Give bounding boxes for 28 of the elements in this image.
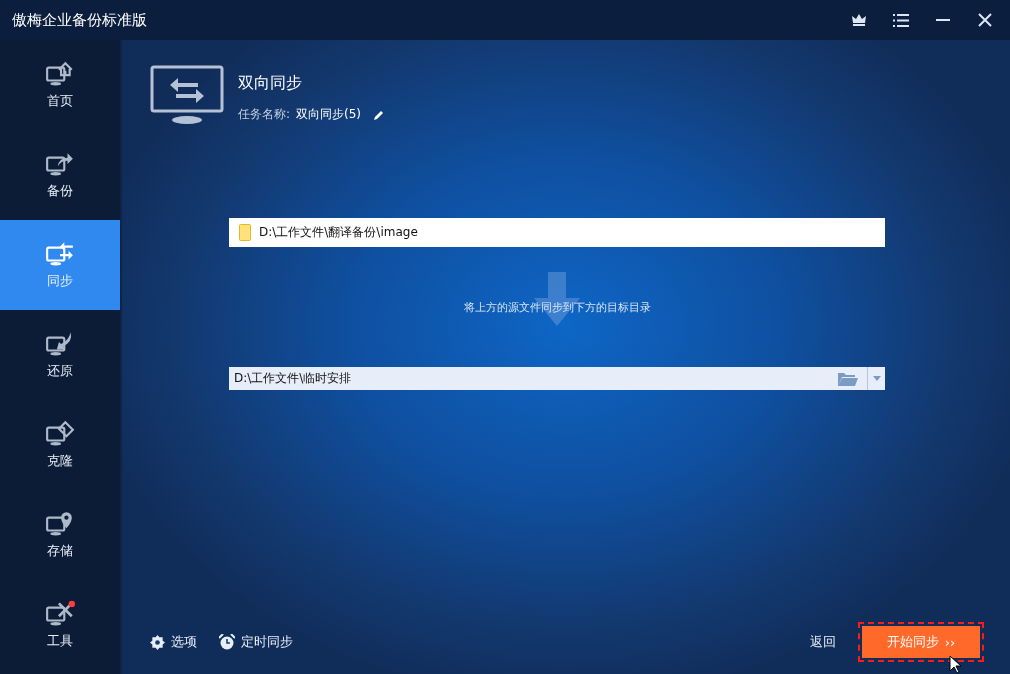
cursor-icon <box>949 655 962 674</box>
sync-monitor-icon <box>150 65 224 125</box>
destination-path: D:\工作文件\临时安排 <box>234 370 353 387</box>
schedule-button[interactable]: 定时同步 <box>219 633 293 651</box>
home-icon <box>45 60 75 86</box>
pencil-icon[interactable] <box>373 108 386 121</box>
sidebar-item[interactable]: 首页 <box>0 40 120 130</box>
tools-icon <box>45 600 75 626</box>
storage-icon <box>45 510 75 536</box>
sidebar-item[interactable]: 工具 <box>0 580 120 670</box>
settings-icon <box>150 634 165 650</box>
clone-icon <box>45 420 75 446</box>
window-title: 傲梅企业备份标准版 <box>12 10 148 30</box>
sidebar-item[interactable]: 克隆 <box>0 400 120 490</box>
hint-text: 将上方的源文件同步到下方的目标目录 <box>463 299 651 315</box>
alarm-clock-icon <box>219 634 235 650</box>
sidebar-item[interactable]: 备份 <box>0 130 120 220</box>
back-button[interactable]: 返回 <box>810 633 836 651</box>
sidebar-item[interactable]: 存储 <box>0 490 120 580</box>
sidebar-item[interactable]: 还原 <box>0 310 120 400</box>
options-button[interactable]: 选项 <box>150 633 197 651</box>
sync-icon <box>45 240 75 266</box>
folder-icon <box>239 224 251 241</box>
task-name-label: 任务名称: <box>238 106 291 123</box>
task-title: 双向同步 <box>238 73 303 94</box>
task-name: 双向同步(5) <box>296 106 362 123</box>
source-path-field[interactable]: D:\工作文件\翻译备份\image <box>229 218 885 247</box>
source-path: D:\工作文件\翻译备份\image <box>259 224 418 241</box>
